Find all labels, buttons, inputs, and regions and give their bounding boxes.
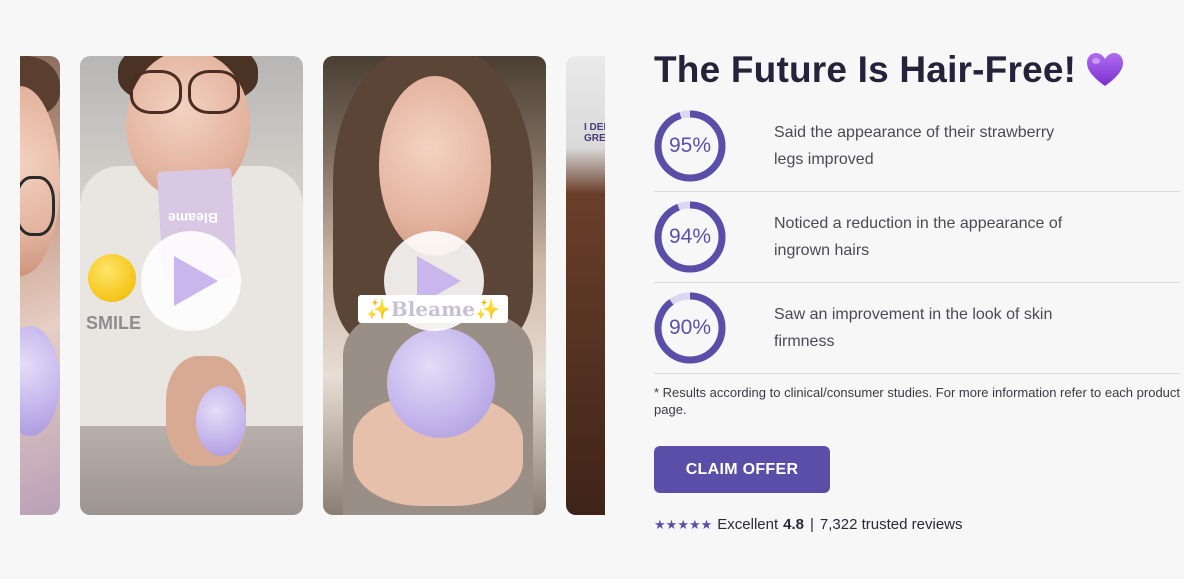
product-device — [387, 328, 495, 438]
rating-separator: | — [810, 516, 814, 533]
claim-offer-button[interactable]: CLAIM OFFER — [654, 446, 830, 493]
face-shape — [379, 76, 491, 256]
star-icon: ★ — [688, 517, 701, 532]
page-title: The Future Is Hair-Free! — [654, 48, 1180, 92]
review-count: 7,322 trusted reviews — [819, 516, 963, 533]
reviews-summary[interactable]: ★ ★ ★ ★ ★ Excellent 4.8 | 7,322 trusted … — [654, 516, 1180, 533]
video-carousel[interactable]: e SMILE Bleame ✨Bleame✨ I DEF GREV — [20, 56, 605, 515]
stat-row: 90% Saw an improvement in the look of sk… — [654, 283, 1180, 374]
shirt-print: SMILE — [86, 313, 142, 333]
video-card-3[interactable]: ✨Bleame✨ — [323, 56, 546, 515]
stat-row: 94% Noticed a reduction in the appearanc… — [654, 192, 1180, 283]
video-card-1[interactable]: e — [20, 56, 60, 515]
star-icon: ★ — [700, 517, 713, 532]
stat-percent: 95% — [668, 134, 712, 157]
glasses-right — [188, 70, 240, 114]
star-icon: ★ — [665, 517, 678, 532]
star-icon: ★ — [677, 517, 689, 532]
benefits-panel: The Future Is Hair-Free! 95% Said the ap… — [654, 48, 1180, 533]
stat-percent: 90% — [668, 316, 712, 339]
stat-percent: 94% — [668, 225, 712, 248]
title-text: The Future Is Hair-Free! — [654, 49, 1077, 90]
play-icon — [174, 256, 218, 306]
glasses-shape — [20, 176, 55, 236]
rating-word: Excellent — [717, 516, 779, 533]
product-device — [196, 386, 246, 456]
video-overlay-text: I DEF GREV — [584, 122, 605, 144]
footnote: * Results according to clinical/consumer… — [654, 385, 1181, 417]
rating-stars: ★ ★ ★ ★ ★ — [654, 517, 712, 532]
stat-description: Saw an improvement in the look of skin f… — [774, 306, 1053, 350]
video-card-4[interactable]: I DEF GREV — [566, 56, 605, 515]
stat-description: Said the appearance of their strawberry … — [774, 124, 1055, 168]
stat-row: 95% Said the appearance of their strawbe… — [654, 110, 1180, 192]
product-box-label: Bleame — [168, 210, 218, 226]
progress-ring: 95% — [654, 110, 726, 182]
play-button[interactable] — [141, 231, 241, 331]
progress-ring: 90% — [654, 292, 726, 364]
stat-description: Noticed a reduction in the appearance of… — [774, 215, 1063, 259]
smiley-icon — [88, 254, 136, 302]
video-caption: ✨Bleame✨ — [358, 295, 508, 323]
video-card-2[interactable]: SMILE Bleame — [80, 56, 303, 515]
rating-score: 4.8 — [783, 516, 805, 533]
purple-heart-icon — [1086, 52, 1124, 88]
glasses-left — [130, 70, 182, 114]
star-icon: ★ — [654, 517, 666, 532]
progress-ring: 94% — [654, 201, 726, 273]
stats-list: 95% Said the appearance of their strawbe… — [654, 110, 1180, 374]
product-device — [20, 326, 60, 436]
